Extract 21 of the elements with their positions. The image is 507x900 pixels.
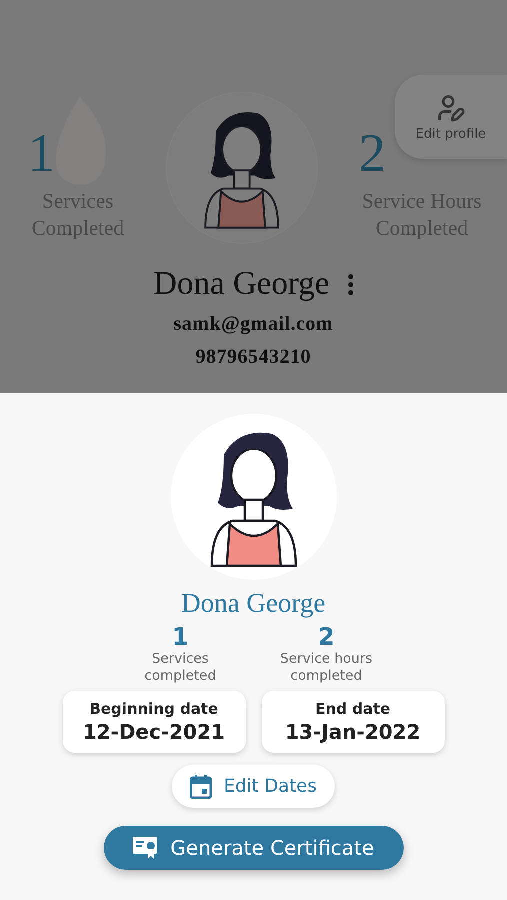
certificate-icon	[132, 836, 159, 860]
stat-value: 2	[359, 126, 386, 180]
date-label: Beginning date	[90, 700, 218, 718]
phone-text: 98796543210	[196, 346, 312, 369]
stat-value: 1	[172, 623, 189, 651]
email-text: samk@gmail.com	[174, 313, 334, 336]
profile-name: Dona George	[181, 588, 326, 619]
date-value: 13-Jan-2022	[285, 720, 421, 744]
date-value: 12-Dec-2021	[82, 720, 226, 744]
stat-label: Services completed	[144, 651, 218, 685]
more-icon[interactable]	[348, 274, 354, 296]
calendar-icon	[190, 774, 212, 798]
edit-profile-button[interactable]: Edit profile	[395, 75, 507, 159]
stat-value: 1	[28, 126, 55, 180]
user-edit-icon	[436, 92, 466, 122]
stat-value: 2	[318, 623, 335, 651]
stat-label: Service hours completed	[279, 651, 374, 685]
edit-dates-button[interactable]: Edit Dates	[172, 765, 335, 808]
profile-name: Dona George	[153, 266, 330, 303]
date-label: End date	[315, 700, 391, 718]
generate-certificate-button[interactable]: Generate Certificate	[104, 826, 404, 870]
